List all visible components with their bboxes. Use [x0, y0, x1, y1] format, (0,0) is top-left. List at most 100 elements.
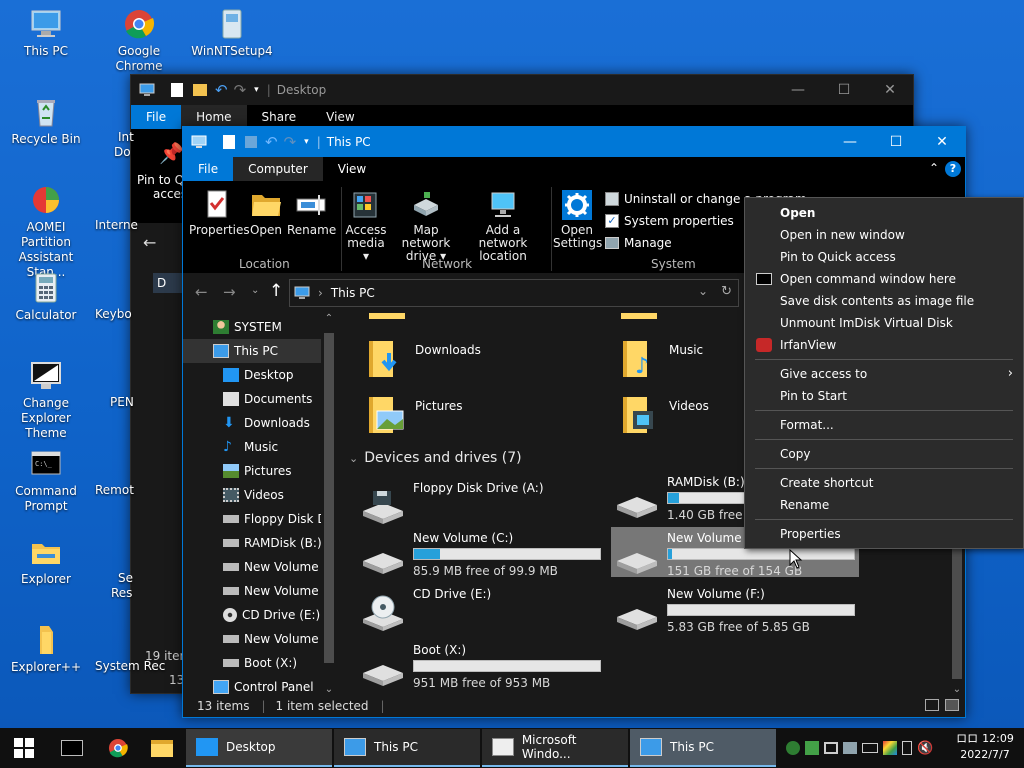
nav-item-system[interactable]: SYSTEM [183, 315, 333, 339]
map-network-drive-button[interactable]: Map network drive ▾ [389, 189, 463, 263]
nav-pane-scrollbar[interactable]: ⌃ ⌄ [321, 313, 337, 695]
open-settings-button[interactable]: Open Settings [553, 189, 602, 250]
network-icon[interactable] [824, 742, 838, 754]
nav-item-control-panel[interactable]: Control Panel [183, 675, 333, 695]
pinned-explorer[interactable] [140, 728, 184, 768]
tab-view[interactable]: View [323, 157, 381, 181]
nav-item-desktop[interactable]: Desktop [183, 363, 333, 387]
desktop-icon-explorer-plus-plus[interactable]: Explorer++ [4, 624, 88, 675]
properties-quick-icon[interactable] [223, 135, 235, 149]
nav-item-new-volume-d[interactable]: New Volume (D:) [183, 579, 333, 603]
nav-item-pictures[interactable]: Pictures [183, 459, 333, 483]
back-button[interactable]: ← [143, 233, 156, 252]
undo-icon[interactable]: ↶ [265, 133, 278, 151]
volume-muted-icon[interactable]: 🔇 [917, 741, 933, 756]
nav-item-downloads[interactable]: ⬇ Downloads [183, 411, 333, 435]
drive-floppy-a[interactable]: Floppy Disk Drive (A:) [361, 481, 601, 531]
minimize-button[interactable]: — [827, 127, 873, 157]
nav-item-this-pc[interactable]: This PC [183, 339, 333, 363]
help-icon[interactable]: ? [945, 161, 961, 177]
ctx-open[interactable]: Open [745, 202, 1023, 224]
folder-downloads[interactable]: Downloads [365, 337, 585, 387]
maximize-button[interactable]: ☐ [873, 127, 919, 157]
ctx-rename[interactable]: Rename [745, 494, 1023, 516]
address-dropdown-icon[interactable]: ⌄ [698, 284, 708, 298]
nav-item-videos[interactable]: Videos [183, 483, 333, 507]
pinned-chrome[interactable] [96, 728, 140, 768]
drive-cd-e[interactable]: CD Drive (E:) [361, 587, 601, 637]
rename-button[interactable]: Rename [287, 189, 336, 237]
properties-quick-icon[interactable] [171, 83, 183, 97]
scroll-down-icon[interactable]: ⌄ [949, 684, 965, 695]
ctx-copy[interactable]: Copy [745, 443, 1023, 465]
nav-desktop-item[interactable]: D [153, 273, 183, 293]
navigation-pane[interactable]: SYSTEM This PC Desktop Documents ⬇ Downlo… [183, 313, 339, 695]
maximize-button[interactable]: ☐ [821, 75, 867, 105]
minimize-button[interactable]: — [775, 75, 821, 105]
ctx-save-disk-image[interactable]: Save disk contents as image file [745, 290, 1023, 312]
ctx-open-new-window[interactable]: Open in new window [745, 224, 1023, 246]
drive-boot-x[interactable]: Boot (X:) 951 MB free of 953 MB [361, 643, 601, 693]
desktop-icon-this-pc[interactable]: This PC [4, 8, 88, 59]
breadcrumb-this-pc[interactable]: This PC [331, 286, 375, 300]
desktop-icon-command-prompt[interactable]: C:\_ Command Prompt [4, 448, 88, 514]
ctx-open-command-window[interactable]: Open command window here [745, 268, 1023, 290]
front-window-titlebar[interactable]: ↶ ↷ ▾ | This PC — ☐ ✕ [183, 127, 965, 157]
details-view-icon[interactable] [925, 699, 939, 711]
desktop-icon-recycle-bin[interactable]: Recycle Bin [4, 96, 88, 147]
desktop-icon-winntsetup[interactable]: WinNTSetup4 [190, 8, 274, 59]
up-button[interactable]: ↑ [269, 281, 283, 301]
network-globe-icon[interactable] [786, 741, 800, 755]
back-window-titlebar[interactable]: ↶ ↷ ▾ | Desktop — ☐ ✕ [131, 75, 913, 105]
tab-file[interactable]: File [183, 157, 234, 181]
pin-icon[interactable]: 📌 [159, 141, 184, 165]
nav-item-boot[interactable]: Boot (X:) [183, 651, 333, 675]
nav-scroll-thumb[interactable] [324, 333, 334, 663]
keyboard-icon[interactable] [862, 743, 878, 753]
pinned-cmd[interactable] [50, 728, 94, 768]
undo-icon[interactable]: ↶ [215, 81, 228, 99]
large-icons-view-icon[interactable] [945, 699, 959, 711]
nav-item-ramdisk[interactable]: RAMDisk (B:) [183, 531, 333, 555]
desktop-icon-explorer[interactable]: Explorer [4, 536, 88, 587]
scroll-down-icon[interactable]: ⌄ [321, 684, 337, 695]
desktop-icon-calculator[interactable]: Calculator [4, 272, 88, 323]
nav-item-new-volume-f[interactable]: New Volume (F:) [183, 627, 333, 651]
nav-item-music[interactable]: ♪ Music [183, 435, 333, 459]
start-button[interactable] [0, 728, 48, 768]
ctx-unmount-imdisk[interactable]: Unmount ImDisk Virtual Disk [745, 312, 1023, 334]
ribbon-collapse-icon[interactable]: ⌃ [929, 161, 939, 175]
ctx-irfanview[interactable]: IrfanView [745, 334, 1023, 356]
open-button[interactable]: Open [247, 189, 285, 237]
folder-quick-icon[interactable] [193, 84, 207, 96]
color-icon[interactable] [883, 741, 897, 755]
access-media-button[interactable]: Access media ▾ [343, 189, 389, 263]
ctx-create-shortcut[interactable]: Create shortcut [745, 472, 1023, 494]
desktop-icon-aomei[interactable]: AOMEI Partition Assistant Stan... [4, 184, 88, 280]
nav-item-new-volume-c[interactable]: New Volume (C:) [183, 555, 333, 579]
tray-app-icon[interactable] [805, 741, 819, 755]
scroll-up-icon[interactable]: ⌃ [321, 313, 337, 324]
clock[interactable]: ロロ 12:09 2022/7/7 [952, 731, 1018, 767]
task-this-pc-2[interactable]: This PC [630, 729, 776, 767]
nav-item-documents[interactable]: Documents [183, 387, 333, 411]
nav-item-cd-drive[interactable]: CD Drive (E:) [183, 603, 333, 627]
recent-locations-button[interactable]: ⌄ [251, 285, 259, 296]
add-network-location-button[interactable]: Add a network location [463, 189, 543, 263]
properties-button[interactable]: Properties [189, 189, 250, 237]
tab-computer[interactable]: Computer [233, 157, 323, 181]
task-this-pc-1[interactable]: This PC [334, 729, 480, 767]
close-button[interactable]: ✕ [867, 75, 913, 105]
folder-pictures[interactable]: Pictures [365, 393, 585, 443]
usb-icon[interactable] [902, 741, 912, 755]
ctx-pin-to-start[interactable]: Pin to Start [745, 385, 1023, 407]
tray-app-icon-2[interactable] [843, 742, 857, 754]
redo-icon[interactable]: ↷ [234, 81, 247, 99]
qat-dropdown-icon[interactable]: ▾ [254, 85, 259, 95]
redo-icon[interactable]: ↷ [284, 133, 297, 151]
ctx-properties[interactable]: Properties [745, 523, 1023, 545]
task-microsoft-windows[interactable]: Microsoft Windo... [482, 729, 628, 767]
nav-item-floppy[interactable]: Floppy Disk Drive (A:) [183, 507, 333, 531]
desktop-icon-google-chrome[interactable]: Google Chrome [97, 8, 181, 74]
system-properties-button[interactable]: ✓ System properties [605, 211, 734, 231]
